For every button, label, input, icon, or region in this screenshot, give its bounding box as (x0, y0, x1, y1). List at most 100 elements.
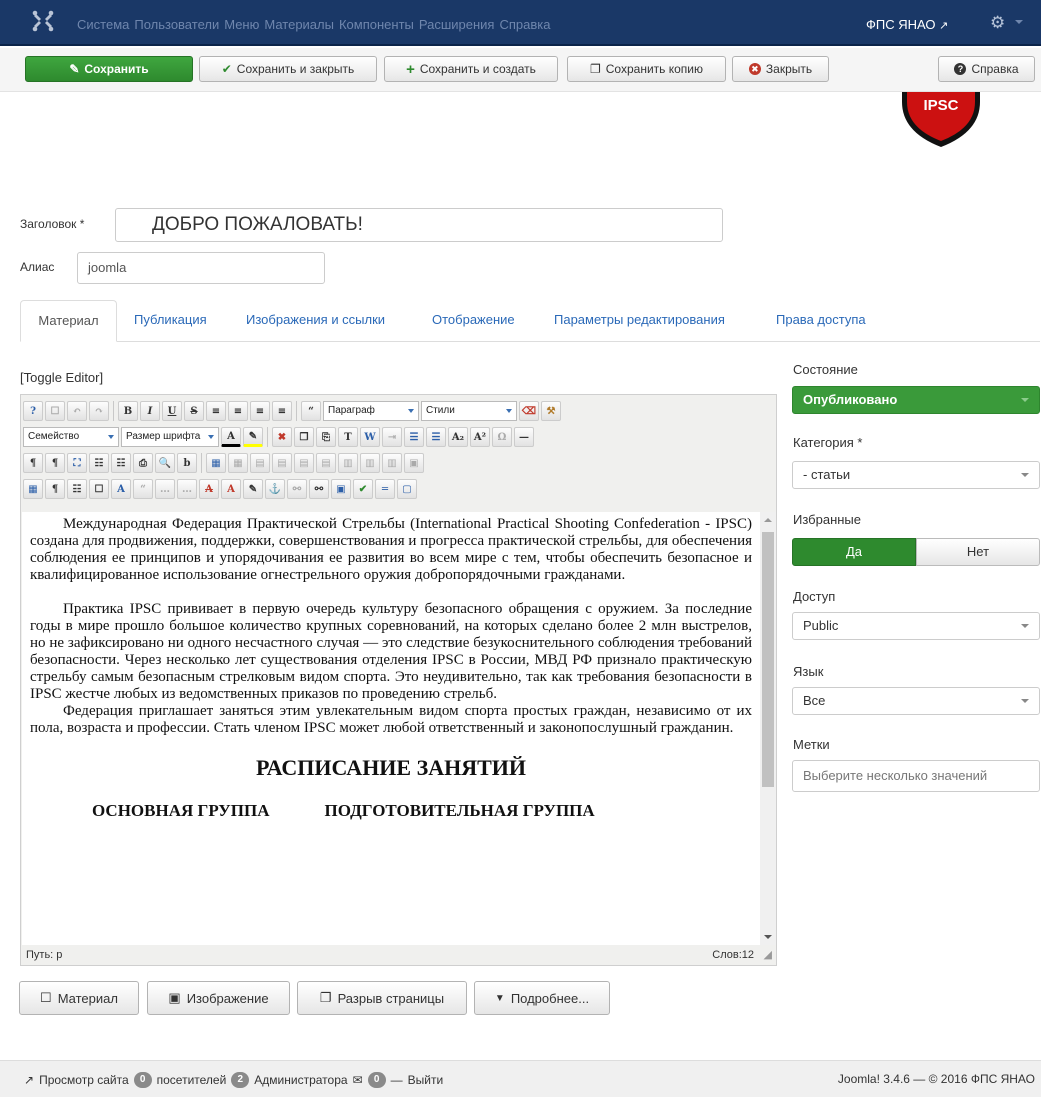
nav-content[interactable]: Материалы (264, 17, 334, 32)
show-blocks-icon[interactable]: ¶ (45, 479, 65, 499)
character-map-icon[interactable]: Ω (492, 427, 512, 447)
gear-icon[interactable]: ⚙ (990, 13, 1005, 33)
redo-icon[interactable]: ↷ (89, 401, 109, 421)
abbr-icon[interactable]: … (155, 479, 175, 499)
logout-link[interactable]: Выйти (408, 1073, 444, 1087)
merge-cells-icon[interactable]: ▣ (404, 453, 424, 473)
scroll-thumb[interactable] (762, 532, 774, 787)
media-icon[interactable]: ▢ (397, 479, 417, 499)
col-delete-icon[interactable]: ▥ (382, 453, 402, 473)
row-props-icon[interactable]: ▤ (250, 453, 270, 473)
help-button[interactable]: ? Справка (938, 56, 1035, 82)
readmore-button[interactable]: ▼ Подробнее... (474, 981, 610, 1015)
toggle-editor-link[interactable]: [Toggle Editor] (20, 370, 103, 385)
view-site-link[interactable]: Просмотр сайта (39, 1073, 129, 1087)
nav-help[interactable]: Справка (499, 17, 550, 32)
insert-image-button[interactable]: ▣ Изображение (147, 981, 290, 1015)
nav-system[interactable]: Система (77, 17, 129, 32)
save-button[interactable]: ✎ Сохранить (25, 56, 193, 82)
new-document-icon[interactable]: ☐ (45, 401, 65, 421)
strikethrough-icon[interactable]: S (184, 401, 204, 421)
tab-images-links[interactable]: Изображения и ссылки (246, 300, 385, 342)
align-justify-icon[interactable]: ≡ (206, 401, 226, 421)
align-center-icon[interactable]: ≡ (228, 401, 248, 421)
col-after-icon[interactable]: ▥ (360, 453, 380, 473)
tab-display[interactable]: Отображение (432, 300, 515, 342)
font-size-select[interactable]: Размер шрифта (121, 427, 219, 447)
nav-components[interactable]: Компоненты (339, 17, 414, 32)
copy-icon[interactable]: ❐ (294, 427, 314, 447)
cite-icon[interactable]: “ (133, 479, 153, 499)
help-icon[interactable]: ? (23, 401, 43, 421)
row-before-icon[interactable]: ▤ (294, 453, 314, 473)
save-copy-button[interactable]: ❐ Сохранить копию (567, 56, 726, 82)
blockquote-icon[interactable]: “ (301, 401, 321, 421)
ins-icon[interactable]: A (221, 479, 241, 499)
joomla-logo-icon[interactable] (32, 10, 54, 32)
site-link[interactable]: ФПС ЯНАО ↗ (866, 17, 948, 32)
insert-article-button[interactable]: ☐ Материал (19, 981, 139, 1015)
ltr-icon[interactable]: ¶ (23, 453, 43, 473)
image-icon[interactable]: ▣ (331, 479, 351, 499)
category-select[interactable]: - статьи (792, 461, 1040, 489)
search-icon[interactable]: 🔍 (155, 453, 175, 473)
superscript-icon[interactable]: A² (470, 427, 490, 447)
attributes-icon[interactable]: ✎ (243, 479, 263, 499)
tab-editor-params[interactable]: Параметры редактирования (554, 300, 725, 342)
paste-word-icon[interactable]: W (360, 427, 380, 447)
paste-text-icon[interactable]: T (338, 427, 358, 447)
featured-no-button[interactable]: Нет (916, 538, 1040, 566)
indent-icon[interactable]: ⇥ (382, 427, 402, 447)
underline-icon[interactable]: U (162, 401, 182, 421)
resize-handle-icon[interactable]: ◢ (764, 945, 772, 965)
col-before-icon[interactable]: ▥ (338, 453, 358, 473)
scroll-up-icon[interactable] (764, 518, 772, 522)
scroll-down-icon[interactable] (764, 935, 772, 939)
bullet-list-icon[interactable]: ☰ (426, 427, 446, 447)
rtl-icon[interactable]: ¶ (45, 453, 65, 473)
highlight-icon[interactable]: ✎ (243, 427, 263, 447)
tags-input[interactable]: Выберите несколько значений (792, 760, 1040, 792)
template-icon[interactable]: ☷ (89, 453, 109, 473)
styles-select[interactable]: Стили (421, 401, 517, 421)
replace-icon[interactable]: b (177, 453, 197, 473)
close-button[interactable]: ✖ Закрыть (732, 56, 829, 82)
save-close-button[interactable]: ✔ Сохранить и закрыть (199, 56, 377, 82)
paste-icon[interactable]: ⎘ (316, 427, 336, 447)
font-family-select[interactable]: Семейство (23, 427, 119, 447)
nav-users[interactable]: Пользователи (134, 17, 219, 32)
pagebreak-icon[interactable]: ═ (375, 479, 395, 499)
acronym-icon[interactable]: … (177, 479, 197, 499)
visual-chars-icon[interactable]: A (111, 479, 131, 499)
nav-menus[interactable]: Меню (224, 17, 259, 32)
fullscreen-icon[interactable]: ⛶ (67, 453, 87, 473)
eraser-icon[interactable]: ⌫ (519, 401, 539, 421)
align-left-icon[interactable]: ≡ (250, 401, 270, 421)
editor-scrollbar[interactable] (760, 512, 776, 945)
anchor-icon[interactable]: ⚓ (265, 479, 285, 499)
cleanup-icon[interactable]: ⚒ (541, 401, 561, 421)
preview-icon[interactable]: ☷ (111, 453, 131, 473)
state-select[interactable]: Опубликовано (792, 386, 1040, 414)
print-icon[interactable]: ⎙ (133, 453, 153, 473)
table-delete-icon[interactable]: ▦ (228, 453, 248, 473)
alias-input[interactable]: joomla (77, 252, 325, 284)
chevron-down-icon[interactable] (1015, 20, 1023, 24)
text-color-icon[interactable]: A (221, 427, 241, 447)
italic-icon[interactable]: I (140, 401, 160, 421)
featured-yes-button[interactable]: Да (792, 538, 916, 566)
access-select[interactable]: Public (792, 612, 1040, 640)
title-input[interactable]: ДОБРО ПОЖАЛОВАТЬ! (115, 208, 723, 242)
language-select[interactable]: Все (792, 687, 1040, 715)
cut-icon[interactable]: ✖ (272, 427, 292, 447)
pagebreak-button[interactable]: ❐ Разрыв страницы (297, 981, 467, 1015)
unlink-icon[interactable]: ⚯ (287, 479, 307, 499)
tab-publishing[interactable]: Публикация (134, 300, 207, 342)
horizontal-rule-icon[interactable]: — (514, 427, 534, 447)
link-icon[interactable]: ⚯ (309, 479, 329, 499)
table-icon[interactable]: ▦ (206, 453, 226, 473)
del-icon[interactable]: A (199, 479, 219, 499)
numbered-list-icon[interactable]: ☰ (404, 427, 424, 447)
bold-icon[interactable]: B (118, 401, 138, 421)
editor-content-area[interactable]: Международная Федерация Практической Стр… (22, 512, 760, 945)
